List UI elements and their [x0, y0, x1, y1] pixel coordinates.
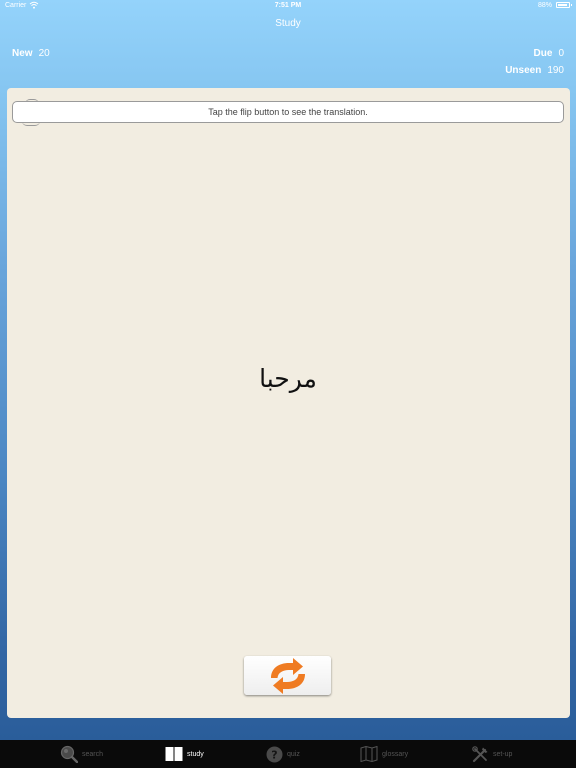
tab-glossary[interactable]: glossary: [360, 740, 408, 768]
stat-unseen-value: 190: [547, 65, 564, 76]
tab-quiz-label: quiz: [287, 750, 300, 758]
flip-button[interactable]: [244, 656, 331, 695]
stat-unseen-label: Unseen: [505, 65, 542, 76]
stat-new-value: 20: [38, 48, 50, 59]
flashcard[interactable]: [7, 88, 570, 718]
stat-new: New 20: [12, 48, 50, 59]
tab-search[interactable]: search: [60, 740, 103, 768]
question-icon: ?: [266, 746, 283, 762]
stat-due-label: Due: [533, 48, 553, 59]
stat-due: Due 0: [534, 48, 564, 59]
card-word: مرحبا: [259, 364, 317, 393]
tab-study-label: study: [187, 750, 204, 758]
tab-bar: search study ? quiz glossary set-up: [0, 740, 576, 768]
tab-glossary-label: glossary: [382, 750, 409, 758]
battery-icon: [556, 2, 572, 8]
map-icon: [360, 746, 378, 762]
tab-study[interactable]: study: [165, 740, 204, 768]
clock: 7:51 PM: [274, 2, 302, 9]
hint-text: Tap the flip button to see the translati…: [208, 107, 368, 117]
book-icon: [165, 747, 183, 761]
tab-setup-label: set-up: [493, 750, 513, 758]
svg-text:?: ?: [271, 748, 277, 761]
flip-arrows-icon: [270, 657, 305, 694]
tab-quiz[interactable]: ? quiz: [266, 740, 300, 768]
stat-unseen: Unseen 190: [505, 65, 564, 76]
tools-icon: [472, 745, 488, 762]
status-bar: Carrier 7:51 PM 88%: [0, 0, 576, 12]
stat-due-value: 0: [558, 48, 564, 59]
tab-setup[interactable]: set-up: [472, 740, 512, 768]
magnifier-icon: [60, 745, 78, 763]
tab-search-label: search: [82, 750, 104, 758]
hint-banner: Tap the flip button to see the translati…: [12, 101, 564, 123]
page-title: Study: [275, 18, 301, 29]
battery-percent: 88%: [537, 2, 552, 9]
stat-new-label: New: [12, 48, 33, 59]
